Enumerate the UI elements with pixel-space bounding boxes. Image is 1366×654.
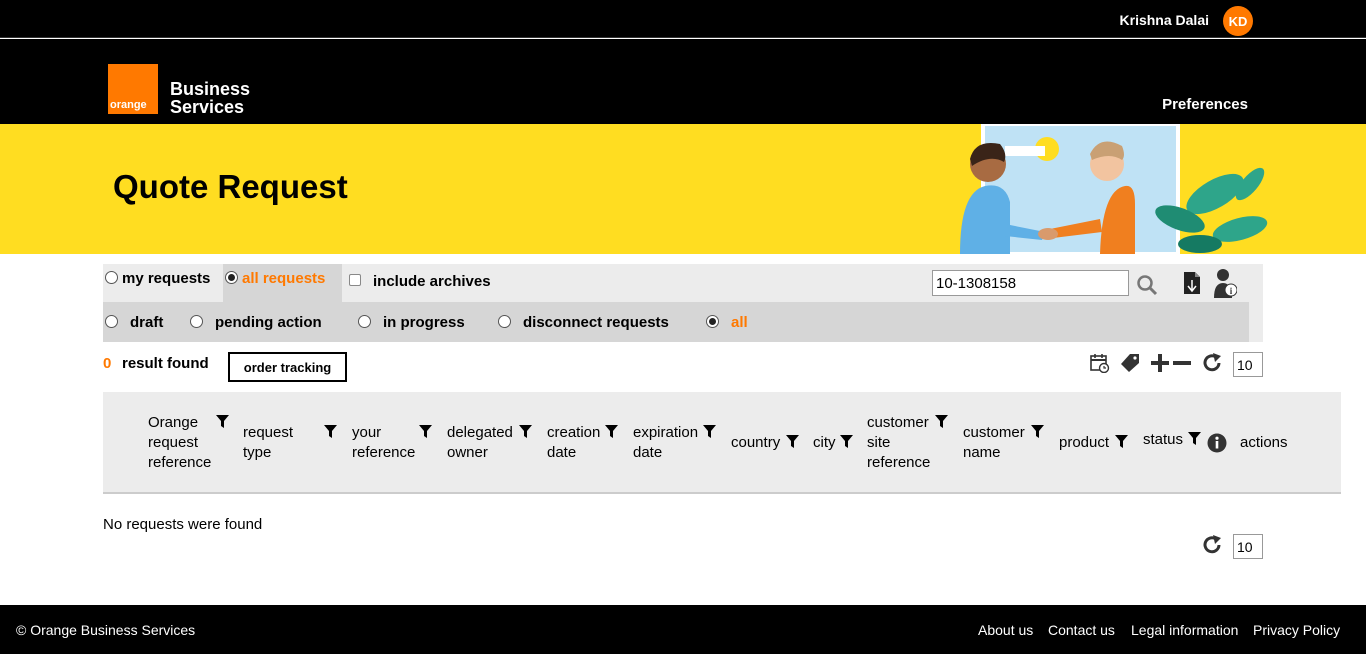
label-my-requests[interactable]: my requests (122, 270, 210, 287)
label-disconnect-requests[interactable]: disconnect requests (523, 314, 669, 331)
radio-draft[interactable] (105, 315, 118, 328)
site-header: orange Business Services Preferences (0, 39, 1366, 124)
filter-icon[interactable] (786, 435, 799, 448)
search-icon[interactable] (1136, 274, 1158, 296)
user-info-icon[interactable]: i (1213, 268, 1237, 298)
col-actions: actions (1240, 434, 1288, 451)
label-draft[interactable]: draft (130, 314, 163, 331)
filter-icon[interactable] (1115, 435, 1128, 448)
filter-icon[interactable] (605, 425, 618, 438)
orange-logo[interactable]: orange (108, 64, 158, 114)
filter-icon[interactable] (1188, 432, 1201, 445)
logo-text-small: orange (110, 99, 147, 111)
info-icon[interactable] (1207, 433, 1227, 453)
user-avatar[interactable]: KD (1223, 6, 1253, 36)
calendar-icon[interactable] (1090, 353, 1110, 373)
col-product[interactable]: product (1059, 433, 1109, 453)
requests-table-header: Orange request reference request type yo… (103, 392, 1341, 494)
site-footer: © Orange Business Services About us Cont… (0, 605, 1366, 654)
footer-link-legal-information[interactable]: Legal information (1131, 622, 1238, 638)
empty-message: No requests were found (103, 516, 263, 533)
footer-link-contact-us[interactable]: Contact us (1048, 622, 1115, 638)
footer-link-privacy-policy[interactable]: Privacy Policy (1253, 622, 1340, 638)
col-customer-name[interactable]: customer name (963, 423, 1037, 463)
filter-icon[interactable] (935, 415, 948, 428)
status-filter-bar: draft pending action in progress disconn… (103, 302, 1249, 342)
col-city[interactable]: city (813, 433, 836, 453)
scope-filter-bar: my requests all requests include archive… (103, 264, 1263, 302)
col-customer-site-reference[interactable]: customer site reference (867, 413, 939, 473)
col-status[interactable]: status (1143, 430, 1183, 450)
expand-icon[interactable] (1150, 353, 1170, 373)
result-label: result found (122, 355, 209, 372)
filter-icon[interactable] (1031, 425, 1044, 438)
user-name[interactable]: Krishna Dalai (1120, 12, 1209, 28)
radio-all-status[interactable] (706, 315, 719, 328)
radio-in-progress[interactable] (358, 315, 371, 328)
page-size-bottom[interactable]: 10 (1233, 534, 1263, 559)
col-creation-date[interactable]: creation date (547, 423, 609, 463)
handshake-illustration (960, 124, 1268, 254)
logo-wordmark: Business Services (170, 80, 250, 116)
include-archives-checkbox[interactable] (349, 274, 361, 286)
result-count: 0 (103, 355, 112, 372)
page-banner: Quote Request (0, 124, 1366, 254)
label-pending-action[interactable]: pending action (215, 314, 322, 331)
page-size-top[interactable]: 10 (1233, 352, 1263, 377)
filter-bar-edge (1249, 302, 1263, 342)
label-include-archives[interactable]: include archives (373, 273, 491, 290)
radio-pending-action[interactable] (190, 315, 203, 328)
collapse-icon[interactable] (1172, 353, 1192, 373)
refresh-icon[interactable] (1201, 352, 1223, 374)
filter-icon[interactable] (519, 425, 532, 438)
col-request-type[interactable]: request type (243, 423, 311, 463)
filter-icon[interactable] (840, 435, 853, 448)
order-tracking-button[interactable]: order tracking (228, 352, 347, 382)
label-in-progress[interactable]: in progress (383, 314, 465, 331)
col-country[interactable]: country (731, 433, 780, 453)
filter-icon[interactable] (703, 425, 716, 438)
search-input[interactable] (932, 270, 1129, 296)
top-bar: Krishna Dalai KD (0, 0, 1366, 38)
col-your-reference[interactable]: your reference (352, 423, 422, 463)
radio-my-requests[interactable] (105, 271, 118, 284)
radio-all-requests[interactable] (225, 271, 238, 284)
footer-link-about-us[interactable]: About us (978, 622, 1033, 638)
page-title: Quote Request (113, 168, 348, 205)
col-delegated-owner[interactable]: delegated owner (447, 423, 521, 463)
col-expiration-date[interactable]: expiration date (633, 423, 709, 463)
tag-icon[interactable] (1120, 353, 1140, 373)
label-all-requests[interactable]: all requests (242, 270, 325, 287)
filter-icon[interactable] (324, 425, 337, 438)
copyright: © Orange Business Services (16, 622, 196, 638)
col-orange-request-reference[interactable]: Orange request reference (148, 413, 220, 473)
download-icon[interactable] (1183, 271, 1201, 295)
radio-disconnect-requests[interactable] (498, 315, 511, 328)
label-all-status[interactable]: all (731, 314, 748, 331)
filter-icon[interactable] (419, 425, 432, 438)
logo-line2: Services (170, 97, 245, 117)
filter-icon[interactable] (216, 415, 229, 428)
preferences-link[interactable]: Preferences (1162, 96, 1248, 113)
refresh-icon[interactable] (1201, 534, 1223, 556)
logo-line1: Business (170, 79, 251, 99)
